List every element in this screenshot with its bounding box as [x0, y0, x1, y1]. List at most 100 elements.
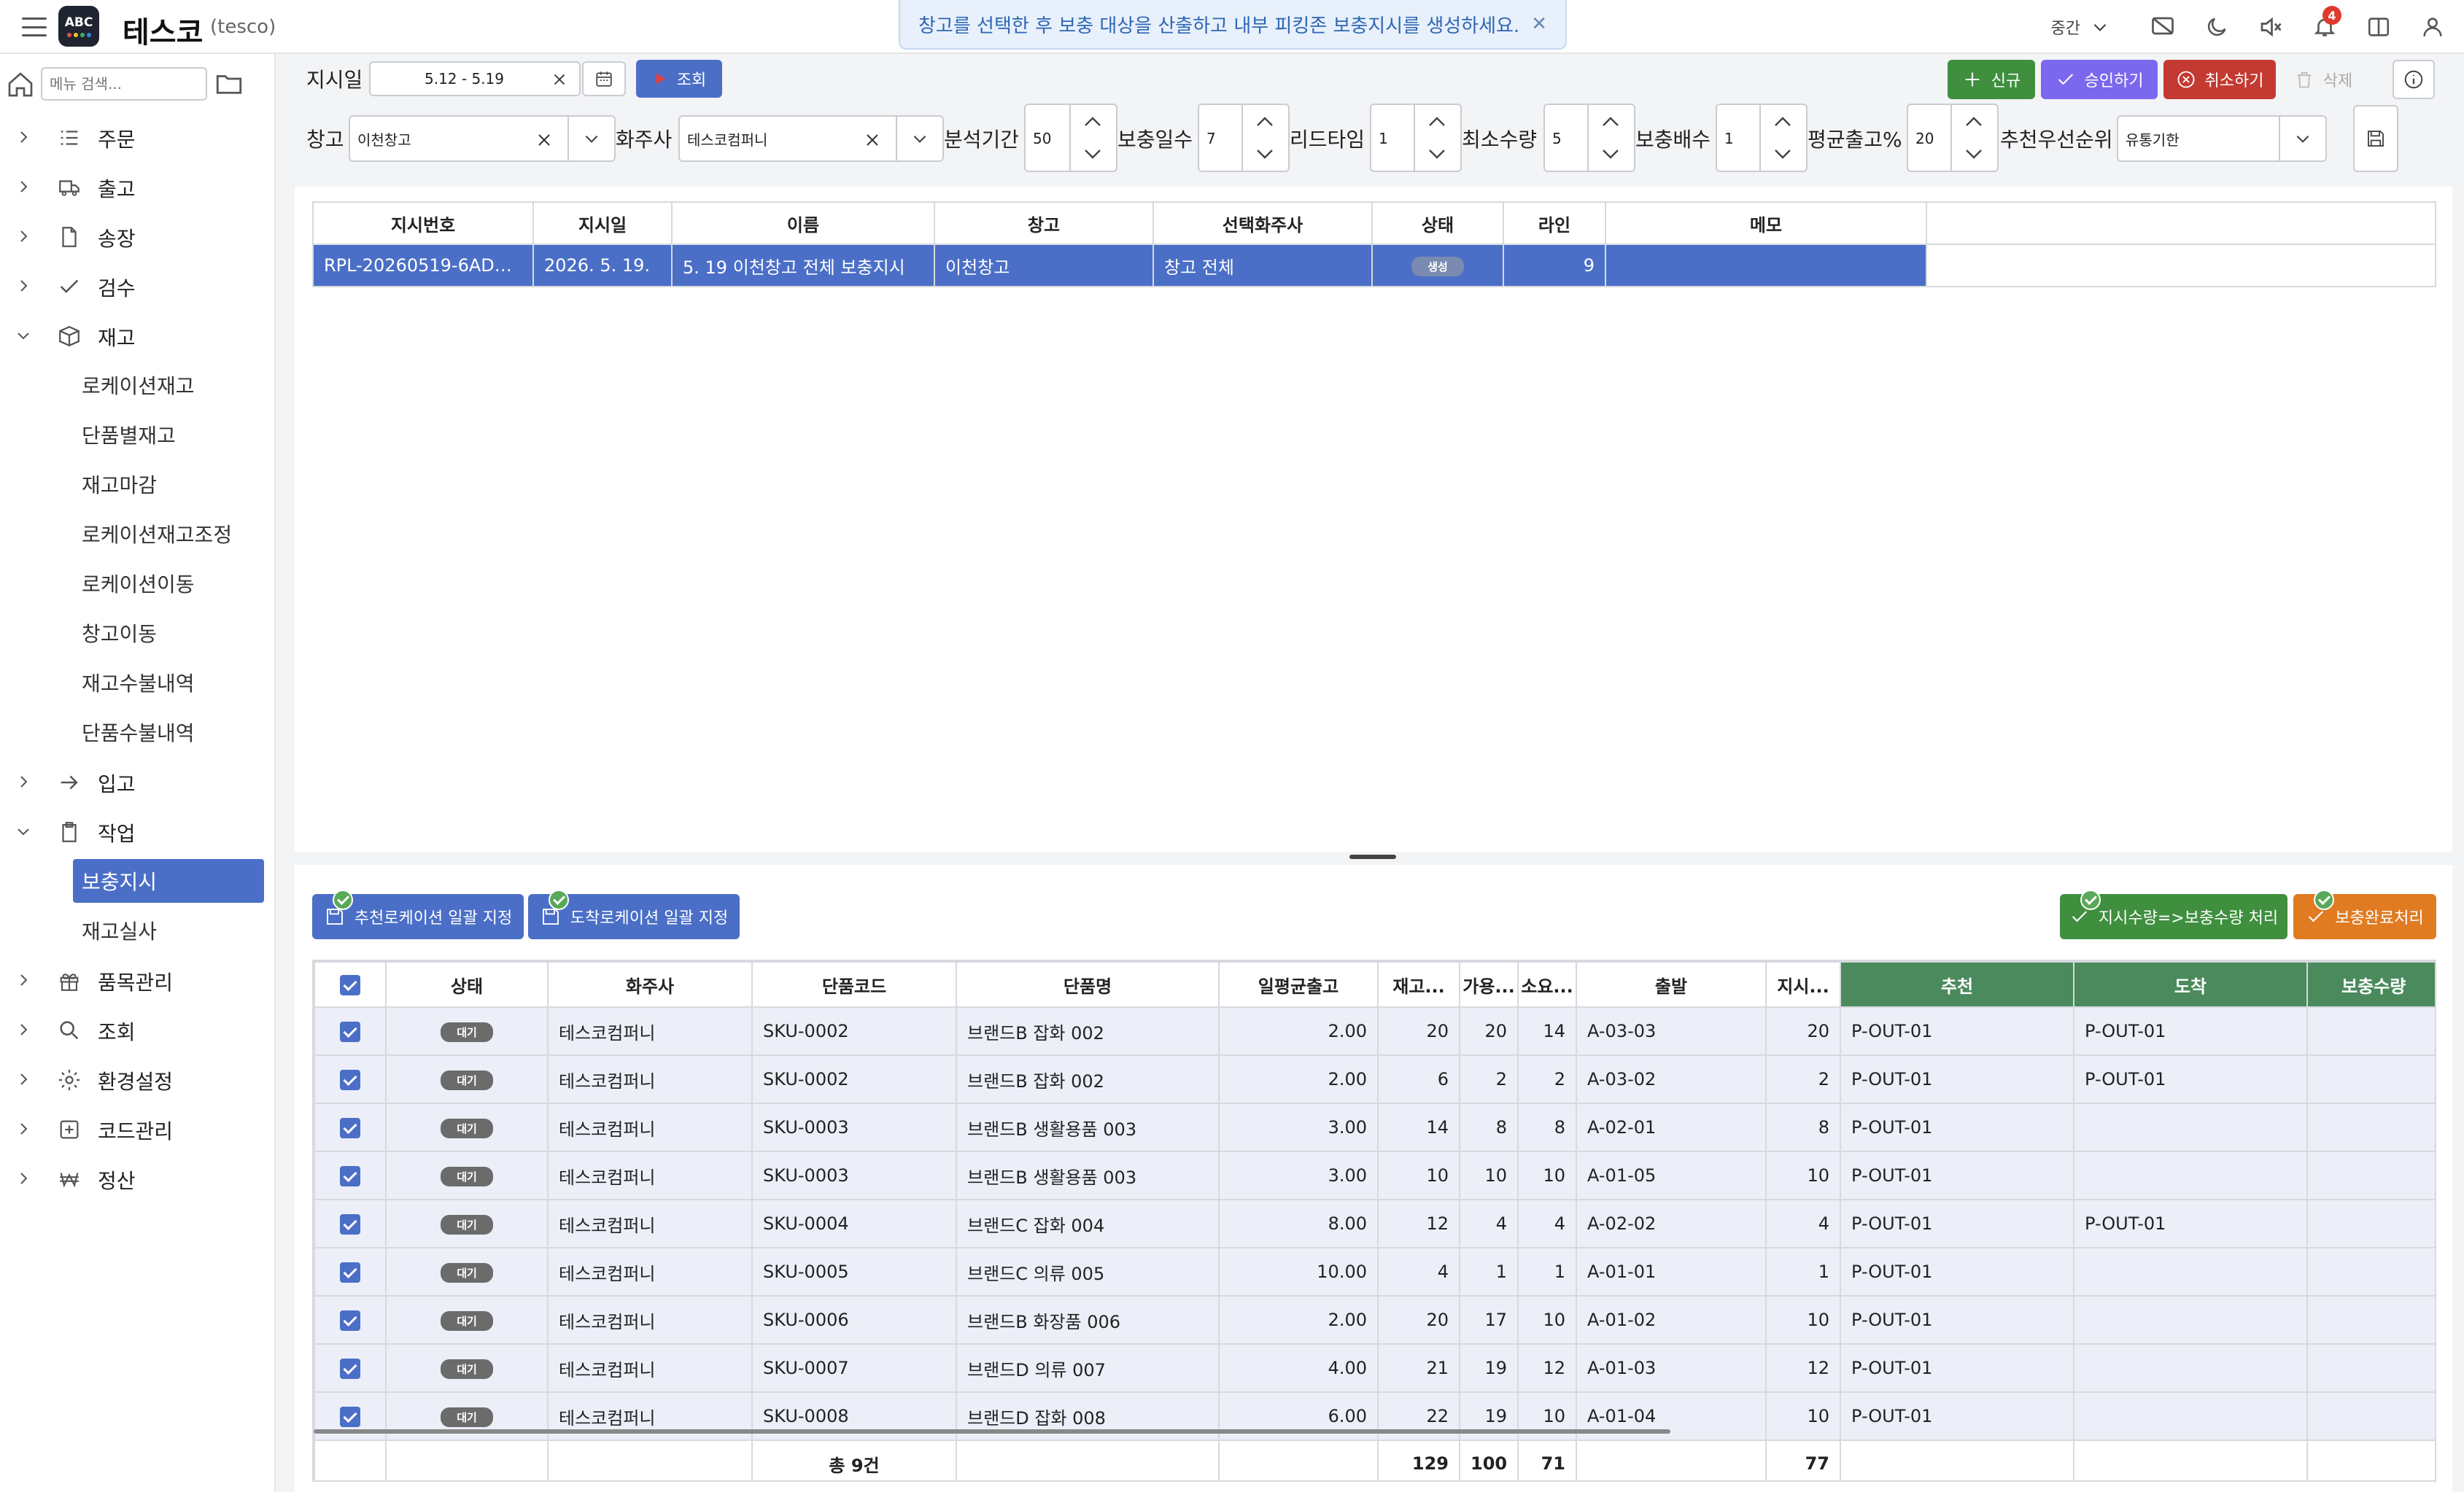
column-header[interactable]: 선택화주사 — [1152, 201, 1373, 245]
sidebar-item-stock[interactable]: 재고 — [0, 315, 276, 356]
rec-cell[interactable]: P-OUT-01 — [1840, 1391, 2074, 1441]
column-header[interactable]: 지시... — [1765, 961, 1841, 1008]
qty-cell[interactable] — [2306, 1295, 2435, 1345]
warehouse-select[interactable]: 이천창고 — [349, 115, 616, 162]
screen-off-icon[interactable] — [2146, 10, 2180, 44]
sidebar-item-outbound[interactable]: 출고 — [0, 166, 276, 207]
sidebar-subitem-stock-close[interactable]: 재고마감 — [73, 462, 264, 506]
search-button[interactable]: 조회 — [636, 60, 722, 98]
arr-cell[interactable] — [2073, 1247, 2308, 1297]
bell-icon[interactable]: 4 — [2308, 6, 2341, 44]
table-row[interactable]: 대기 테스코컴퍼니 SKU-0006 브랜드B 화장품 006 2.00 20 17 10 A-… — [314, 1295, 2435, 1345]
arr-cell[interactable]: P-OUT-01 — [2073, 1006, 2308, 1056]
split-view-icon[interactable] — [2362, 10, 2395, 44]
column-header[interactable]: 재고... — [1377, 961, 1460, 1008]
row-select-cell[interactable] — [314, 1103, 387, 1152]
calendar-button[interactable] — [582, 61, 626, 96]
sidebar-subitem-location-stock[interactable]: 로케이션재고 — [73, 363, 264, 407]
table-row[interactable]: 대기 테스코컴퍼니 SKU-0002 브랜드B 잡화 002 2.00 20 20 14 A-0… — [314, 1006, 2435, 1056]
sidebar-subitem-stock-ledger[interactable]: 재고수불내역 — [73, 661, 264, 704]
hamburger-menu-icon[interactable] — [19, 13, 50, 41]
clear-icon[interactable] — [864, 131, 881, 149]
stepper-arrows-icon[interactable] — [1243, 105, 1287, 171]
qty-cell[interactable] — [2306, 1391, 2435, 1441]
owner-select[interactable]: 테스코컴퍼니 — [678, 115, 944, 162]
qty-cell[interactable] — [2306, 1199, 2435, 1248]
stepper-arrows-icon[interactable] — [1952, 105, 1996, 171]
qty-cell[interactable]: 2 — [2306, 1006, 2435, 1056]
arr-cell[interactable] — [2073, 1103, 2308, 1152]
column-header[interactable]: 출발 — [1576, 961, 1767, 1008]
row-checkbox[interactable] — [340, 1069, 360, 1090]
moon-icon[interactable] — [2200, 10, 2234, 44]
column-header[interactable]: 상태 — [385, 961, 549, 1008]
qty-cell[interactable] — [2306, 1247, 2435, 1297]
row-checkbox[interactable] — [340, 1213, 360, 1235]
priority-select[interactable]: 유통기한 — [2117, 115, 2327, 162]
sidebar-item-inspection[interactable]: 검수 — [0, 265, 276, 306]
rec-cell[interactable]: P-OUT-01 — [1840, 1054, 2074, 1104]
row-select-cell[interactable] — [314, 1199, 387, 1248]
assign-arrival-location-button[interactable]: 도착로케이션 일괄 지정 — [528, 890, 740, 939]
column-header[interactable]: 가용... — [1459, 961, 1519, 1008]
row-checkbox[interactable] — [340, 1165, 360, 1186]
mute-icon[interactable] — [2254, 10, 2287, 44]
sidebar-item-work[interactable]: 작업 — [0, 811, 276, 852]
column-header[interactable]: 보충수량 — [2306, 961, 2435, 1008]
sidebar-subitem-warehouse-move[interactable]: 창고이동 — [73, 611, 264, 655]
arr-cell[interactable]: P-OUT-01 — [2073, 1054, 2308, 1104]
column-header[interactable]: 단품코드 — [751, 961, 957, 1008]
row-checkbox[interactable] — [340, 1262, 360, 1283]
column-header[interactable]: 메모 — [1605, 201, 1927, 245]
sidebar-subitem-sku-ledger[interactable]: 단품수불내역 — [73, 710, 264, 754]
sidebar-subitem-stocktake[interactable]: 재고실사 — [73, 909, 264, 952]
column-header[interactable]: 라인 — [1503, 201, 1606, 245]
folder-icon[interactable] — [213, 69, 245, 99]
avg-out-stepper[interactable]: 20 — [1907, 104, 1999, 172]
qty-cell[interactable] — [2306, 1054, 2435, 1104]
arr-cell[interactable] — [2073, 1343, 2308, 1393]
row-select-cell[interactable] — [314, 1151, 387, 1200]
column-header[interactable]: 일평균출고 — [1218, 961, 1379, 1008]
select-all-cell[interactable] — [314, 961, 387, 1008]
arr-cell[interactable] — [2073, 1151, 2308, 1200]
sidebar-item-codes[interactable]: 코드관리 — [0, 1108, 276, 1149]
column-header[interactable]: 도착 — [2073, 961, 2308, 1008]
density-select[interactable]: 중간 — [2051, 15, 2109, 39]
period-stepper[interactable]: 50 — [1024, 104, 1117, 172]
sidebar-item-invoice[interactable]: 송장 — [0, 216, 276, 257]
select-all-checkbox[interactable] — [340, 974, 360, 995]
row-checkbox[interactable] — [340, 1117, 360, 1138]
delete-button[interactable]: 삭제 — [2283, 60, 2363, 99]
rec-cell[interactable]: P-OUT-01 — [1840, 1343, 2074, 1393]
column-header[interactable]: 이름 — [671, 201, 935, 245]
row-select-cell[interactable] — [314, 1295, 387, 1345]
leadtime-stepper[interactable]: 1 — [1370, 104, 1462, 172]
rec-cell[interactable]: P-OUT-01 — [1840, 1295, 2074, 1345]
order-to-replenish-qty-button[interactable]: 지시수량=>보충수량 처리 — [2060, 890, 2287, 939]
home-icon[interactable] — [6, 70, 35, 99]
column-header[interactable]: 화주사 — [547, 961, 753, 1008]
table-row[interactable]: 대기 테스코컴퍼니 SKU-0007 브랜드D 의류 007 4.00 21 19 12 A-0… — [314, 1343, 2435, 1393]
rec-cell[interactable]: P-OUT-01 — [1840, 1006, 2074, 1056]
sidebar-item-items[interactable]: 품목관리 — [0, 960, 276, 1001]
arr-cell[interactable] — [2073, 1295, 2308, 1345]
column-header[interactable]: 지시번호 — [312, 201, 534, 245]
stepper-arrows-icon[interactable] — [1415, 105, 1459, 171]
sidebar-subitem-location-adjust[interactable]: 로케이션재고조정 — [73, 512, 264, 556]
sidebar-subitem-replenishment[interactable]: 보충지시 — [73, 859, 264, 903]
save-button[interactable] — [2353, 105, 2398, 172]
table-row[interactable]: 대기 테스코컴퍼니 SKU-0002 브랜드B 잡화 002 2.00 6 2 2 A-03-0… — [314, 1054, 2435, 1104]
row-checkbox[interactable] — [340, 1406, 360, 1427]
qty-cell[interactable] — [2306, 1103, 2435, 1152]
row-checkbox[interactable] — [340, 1021, 360, 1042]
table-row[interactable]: RPL-20260519-6ADD... 2026. 5. 19. 5. 19 … — [312, 244, 2436, 287]
date-range-input[interactable]: 5.12 - 5.19 — [369, 61, 581, 96]
arr-cell[interactable] — [2073, 1391, 2308, 1441]
table-row[interactable]: 대기 테스코컴퍼니 SKU-0003 브랜드B 생활용품 003 3.00 14 8 8 A-0… — [314, 1103, 2435, 1152]
multiplier-stepper[interactable]: 1 — [1716, 104, 1808, 172]
days-stepper[interactable]: 7 — [1198, 104, 1290, 172]
clear-icon[interactable] — [551, 71, 567, 88]
column-header[interactable]: 단품명 — [956, 961, 1220, 1008]
sidebar-item-order[interactable]: 주문 — [0, 117, 276, 158]
